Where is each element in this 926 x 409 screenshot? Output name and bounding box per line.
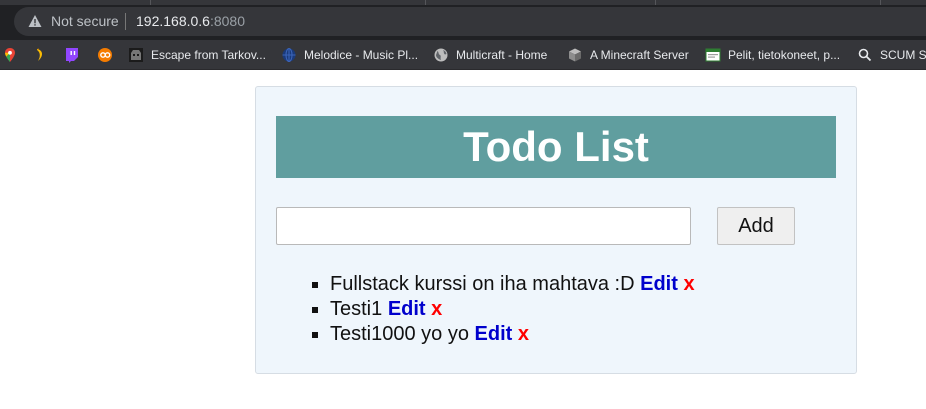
bookmark-minecraft-server[interactable]: A Minecraft Server (567, 46, 689, 64)
bookmarks-bar: Escape from Tarkov... Melodice - Music P… (0, 40, 926, 70)
bookmark-scum[interactable]: SCUM Se (857, 46, 926, 64)
bookmark-label: Multicraft - Home (456, 48, 548, 62)
add-button[interactable]: Add (717, 207, 795, 245)
edit-link[interactable]: Edit (640, 273, 678, 295)
delete-link[interactable]: x (518, 323, 529, 345)
bookmark-label: Melodice - Music Pl... (304, 48, 419, 62)
google-maps-icon (5, 48, 15, 62)
title-banner: Todo List (276, 116, 836, 178)
delete-link[interactable]: x (431, 298, 442, 320)
tab-separator (880, 0, 881, 5)
omnibox-divider (125, 13, 126, 30)
bookmark-melodice[interactable]: Melodice - Music Pl... (281, 46, 418, 64)
list-bullet (312, 332, 318, 338)
bookmark-banana[interactable] (32, 46, 48, 64)
globe-icon (282, 47, 296, 63)
tarkov-icon (129, 48, 143, 62)
bookmark-twitch[interactable] (64, 46, 80, 64)
todo-text: Testi1000 yo yo (330, 323, 469, 345)
todo-list: Fullstack kurssi on iha mahtava :D Edit … (312, 272, 695, 347)
todo-input[interactable] (276, 207, 691, 245)
bookmark-label: Pelit, tietokoneet, p... (728, 48, 841, 62)
url-text[interactable]: 192.168.0.6:8080 (136, 12, 245, 30)
bookmark-google-maps[interactable] (2, 46, 18, 64)
list-bullet (312, 282, 318, 288)
todo-text: Fullstack kurssi on iha mahtava :D (330, 273, 635, 295)
warning-icon[interactable] (28, 14, 42, 28)
orange-circle-icon (98, 48, 112, 62)
security-status-label[interactable]: Not secure (51, 12, 119, 30)
bookmark-multicraft[interactable]: Multicraft - Home (433, 46, 547, 64)
page-title: Todo List (463, 123, 649, 170)
minecraft-block-icon (569, 48, 581, 62)
tab-separator (425, 0, 426, 5)
edit-link[interactable]: Edit (388, 298, 426, 320)
bookmark-label: SCUM Se (880, 48, 926, 62)
edit-link[interactable]: Edit (475, 323, 513, 345)
verkkokauppa-icon (705, 48, 721, 62)
bookmark-label: Escape from Tarkov... (151, 48, 266, 62)
delete-link[interactable]: x (683, 273, 694, 295)
todo-card: Todo List Add Fullstack kurssi on iha ma… (255, 86, 857, 374)
bookmark-escape-from-tarkov[interactable]: Escape from Tarkov... (128, 46, 266, 64)
todo-text: Testi1 (330, 298, 383, 320)
bookmark-orange-site[interactable] (97, 46, 113, 64)
browser-address-bar: Not secure 192.168.0.6:8080 (0, 0, 926, 40)
tab-separator (655, 0, 656, 5)
todo-item: Testi1 Edit x (312, 297, 695, 322)
bookmark-label: A Minecraft Server (590, 48, 689, 62)
url-port: :8080 (209, 13, 246, 29)
url-host: 192.168.0.6 (136, 13, 210, 29)
todo-item: Testi1000 yo yo Edit x (312, 322, 695, 347)
tab-separator (150, 0, 151, 5)
tab-strip (0, 0, 926, 5)
twitch-icon (66, 48, 78, 63)
globe-icon (434, 48, 448, 62)
banana-icon (37, 48, 43, 61)
todo-item: Fullstack kurssi on iha mahtava :D Edit … (312, 272, 695, 297)
list-bullet (312, 307, 318, 313)
search-icon (858, 48, 872, 62)
bookmark-verkkokauppa[interactable]: Pelit, tietokoneet, p... (705, 46, 840, 64)
